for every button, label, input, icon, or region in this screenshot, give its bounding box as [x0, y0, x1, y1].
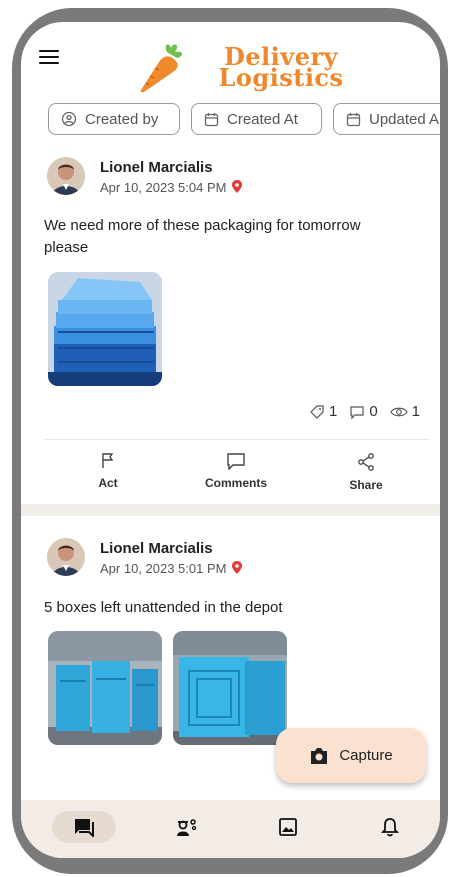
share-label: Share: [349, 478, 383, 492]
capture-label: Capture: [339, 747, 393, 764]
user-photo-icon: [47, 157, 85, 195]
views-count-value: 1: [411, 403, 420, 420]
engineer-icon: [177, 819, 197, 836]
filter-created-at[interactable]: Created At: [191, 103, 322, 135]
post-stats: 1 0 1: [297, 403, 420, 420]
user-photo-icon: [47, 538, 85, 576]
filter-created-at-label: Created At: [227, 110, 298, 128]
filter-created-by-label: Created by: [85, 110, 159, 128]
nav-notifications[interactable]: [358, 811, 422, 843]
post-date: Apr 10, 2023 5:01 PM: [100, 561, 243, 576]
share-button[interactable]: Share: [321, 452, 411, 492]
comment-icon: [350, 405, 364, 419]
chat-icon: [75, 819, 94, 837]
comments-count[interactable]: 0: [349, 403, 378, 420]
post-image[interactable]: [48, 631, 162, 745]
bell-icon: [381, 818, 399, 837]
nav-feed[interactable]: [52, 811, 116, 843]
tags-count[interactable]: 1: [309, 403, 337, 420]
flag-icon: [102, 453, 114, 468]
image-icon: [279, 818, 297, 836]
filter-chips: Created by Created At Updated A: [48, 103, 440, 137]
post-image[interactable]: [48, 272, 162, 386]
share-icon: [358, 453, 374, 471]
divider: [44, 439, 429, 440]
filter-updated-at[interactable]: Updated A: [333, 103, 440, 135]
post-author[interactable]: Lionel Marcialis: [100, 159, 213, 176]
post-image[interactable]: [173, 631, 287, 745]
blue-crates-image: [48, 272, 162, 386]
capture-button[interactable]: Capture: [276, 728, 426, 783]
bottom-navigation: [21, 800, 440, 858]
calendar-icon: [346, 112, 361, 126]
avatar[interactable]: [47, 157, 85, 195]
post-date-text: Apr 10, 2023 5:01 PM: [100, 561, 227, 576]
hamburger-menu-icon[interactable]: [39, 50, 59, 64]
depot-boxes-image: [173, 631, 287, 745]
comments-label: Comments: [204, 476, 267, 490]
post-actions: Act Comments Share: [21, 452, 440, 502]
post-date: Apr 10, 2023 5:04 PM: [100, 180, 243, 195]
post-text: 5 boxes left unattended in the depot: [44, 599, 283, 616]
avatar[interactable]: [47, 538, 85, 576]
act-label: Act: [98, 476, 118, 490]
carrot-logo-icon: [140, 44, 183, 93]
nav-people[interactable]: [154, 811, 218, 843]
post-author[interactable]: Lionel Marcialis: [100, 540, 213, 557]
comment-icon: [227, 453, 245, 470]
calendar-icon: [204, 112, 219, 126]
tag-icon: [310, 404, 324, 419]
app-screen: Delivery Logistics Created by Created At…: [21, 22, 440, 858]
post-text: We need more of these packaging for tomo…: [44, 217, 361, 256]
location-pin-icon[interactable]: [232, 561, 243, 574]
logo-line-2: Logistics: [218, 63, 344, 92]
filter-created-by[interactable]: Created by: [48, 103, 180, 135]
views-count: 1: [389, 403, 420, 420]
depot-boxes-image: [48, 631, 162, 745]
app-logo-text: Delivery Logistics: [201, 45, 361, 92]
act-button[interactable]: Act: [63, 452, 153, 490]
camera-icon: [311, 747, 328, 764]
post-separator: [21, 504, 440, 516]
nav-gallery[interactable]: [256, 811, 320, 843]
post-date-text: Apr 10, 2023 5:04 PM: [100, 180, 227, 195]
location-pin-icon[interactable]: [232, 180, 243, 193]
tags-count-value: 1: [328, 403, 338, 420]
user-circle-icon: [61, 111, 77, 127]
comments-count-value: 0: [369, 403, 378, 420]
eye-icon: [389, 407, 408, 416]
filter-updated-at-label: Updated A: [369, 110, 440, 128]
app-header: Delivery Logistics: [21, 22, 440, 100]
comments-button[interactable]: Comments: [191, 452, 281, 490]
